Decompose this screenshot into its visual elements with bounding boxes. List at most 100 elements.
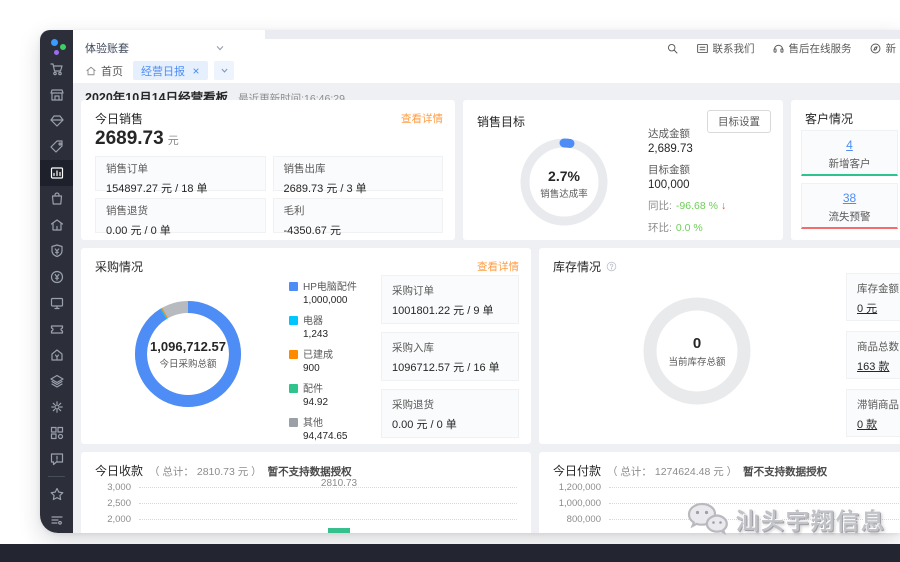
- sales-detail-link[interactable]: 查看详情: [401, 111, 443, 126]
- card-title: 今日收款: [95, 462, 143, 479]
- slow-moving-link[interactable]: 0 款: [857, 416, 900, 432]
- customer-stats: 4 新增客户 38 流失预警: [801, 130, 900, 229]
- legend-item: 电器1,243: [289, 312, 357, 340]
- headset-icon: [772, 42, 785, 55]
- receipts-bar-chart: 3,000 2,500 2,000 2810.73: [95, 487, 517, 533]
- legend-swatch: [289, 282, 298, 291]
- legend-item: HP电脑配件1,000,000: [289, 278, 357, 306]
- ticket-icon[interactable]: [40, 316, 73, 342]
- product-count-link[interactable]: 163 款: [857, 358, 900, 374]
- card-title: 今日销售: [95, 110, 143, 127]
- grid-icon[interactable]: [40, 420, 73, 446]
- stat-tile: 销售退货0.00 元 / 0 单: [95, 198, 266, 233]
- purchase-detail-link[interactable]: 查看详情: [477, 259, 519, 274]
- feedback-icon[interactable]: [40, 446, 73, 472]
- today-sales-card: 今日销售 查看详情 2689.73元 销售订单154897.27 元 / 18 …: [81, 100, 455, 240]
- card-title: 客户情况: [805, 110, 853, 127]
- gear-icon[interactable]: [40, 394, 73, 420]
- target-percent-label: 销售达成率: [518, 186, 610, 200]
- legend-swatch: [289, 316, 298, 325]
- mom-row: 环比:0.0 %: [648, 220, 726, 235]
- sales-target-card: 销售目标 目标设置 2.7% 销售达成率 达成金额 2,689.73: [463, 100, 783, 240]
- contact-us-button[interactable]: 联系我们: [696, 41, 755, 56]
- list-toggle-icon[interactable]: [40, 507, 73, 533]
- card-title: 销售目标: [477, 113, 525, 130]
- sales-stats: 销售订单154897.27 元 / 18 单 销售出库2689.73 元 / 3…: [95, 156, 443, 233]
- legend-swatch: [289, 384, 298, 393]
- target-percent: 2.7%: [518, 168, 610, 184]
- new-customers-link[interactable]: 4: [802, 138, 897, 152]
- tag-icon[interactable]: [40, 134, 73, 160]
- home-building-icon[interactable]: [40, 212, 73, 238]
- compass-icon: [869, 42, 882, 55]
- star-icon[interactable]: [40, 481, 73, 507]
- cart-icon[interactable]: [40, 56, 73, 82]
- target-donut-chart: 2.7% 销售达成率: [518, 136, 610, 228]
- new-customers-tile: 4 新增客户: [801, 130, 898, 176]
- stat-tile: 库存金额 0 元: [846, 273, 900, 321]
- yoy-row: 同比:-96.68 %↓: [648, 198, 726, 213]
- yen-circle-icon[interactable]: [40, 264, 73, 290]
- stat-tile: 滞销商品 0 款: [846, 389, 900, 437]
- search-icon: [666, 42, 679, 55]
- bottom-dark-strip: [0, 544, 900, 562]
- sidebar-divider: [48, 476, 65, 477]
- layers-icon[interactable]: [40, 368, 73, 394]
- bag-icon[interactable]: [40, 186, 73, 212]
- topbar: 体验账套 联系我们 售后在线服务 新: [73, 30, 900, 59]
- stat-tile: 采购入库1096712.57 元 / 16 单: [381, 332, 519, 381]
- purchase-total-label: 今日采购总额: [129, 356, 247, 370]
- tab-list-dropdown[interactable]: [214, 61, 234, 80]
- inventory-amount-link[interactable]: 0 元: [857, 300, 900, 316]
- stat-tile: 采购退货0.00 元 / 0 单: [381, 389, 519, 438]
- account-name: 体验账套: [85, 40, 129, 56]
- close-icon[interactable]: [192, 67, 200, 75]
- legend-swatch: [289, 350, 298, 359]
- legend-item: 其他94,474.65: [289, 414, 357, 442]
- main-area: 体验账套 联系我们 售后在线服务 新: [73, 30, 900, 533]
- tab-daily-report[interactable]: 经营日报: [133, 61, 208, 80]
- card-title: 今日付款: [553, 462, 601, 479]
- inventory-donut-chart: 0 当前库存总额: [637, 291, 757, 411]
- guide-button[interactable]: 新: [869, 41, 897, 56]
- card-title: 库存情况: [553, 258, 617, 275]
- stat-tile: 采购订单1001801.22 元 / 9 单: [381, 275, 519, 324]
- target-stats: 达成金额 2,689.73 目标金额 100,000 同比:-96.68 %↓ …: [648, 126, 726, 235]
- home-icon: [85, 65, 97, 77]
- account-switcher[interactable]: 体验账套: [85, 39, 225, 57]
- chevron-down-icon: [220, 66, 229, 75]
- receipts-bar: [328, 528, 350, 533]
- receipts-total: （ 总计： 2810.73 元 ）: [149, 464, 262, 479]
- payments-note: 暂不支持数据授权: [743, 464, 827, 479]
- watermark: 汕头宇翔信息: [686, 501, 886, 537]
- churn-warning-link[interactable]: 38: [802, 191, 897, 205]
- chart-icon[interactable]: [40, 160, 73, 186]
- bar-value-label: 2810.73: [307, 478, 371, 489]
- purchase-stats: 采购订单1001801.22 元 / 9 单 采购入库1096712.57 元 …: [381, 275, 519, 446]
- inventory-card: 库存情况 0 当前库存总额 库存金额 0 元: [539, 248, 900, 444]
- online-service-button[interactable]: 售后在线服务: [772, 41, 852, 56]
- search-button[interactable]: [666, 42, 679, 55]
- shield-yen-icon[interactable]: [40, 238, 73, 264]
- app-logo[interactable]: [47, 37, 67, 54]
- legend-item: 配件94.92: [289, 380, 357, 408]
- gem-icon[interactable]: [40, 108, 73, 134]
- help-icon[interactable]: [606, 261, 617, 272]
- legend-swatch: [289, 418, 298, 427]
- topbar-actions: 联系我们 售后在线服务 新: [666, 39, 897, 58]
- today-receipts-card: 今日收款 （ 总计： 2810.73 元 ） 暂不支持数据授权 3,000 2,…: [81, 452, 531, 533]
- store-icon[interactable]: [40, 82, 73, 108]
- stat-tile: 毛利-4350.67 元: [273, 198, 444, 233]
- tabbar: 首页 经营日报: [73, 58, 900, 84]
- churn-warning-tile: 38 流失预警: [801, 183, 898, 229]
- inventory-total: 0: [637, 335, 757, 352]
- payments-total: （ 总计： 1274624.48 元 ）: [607, 464, 737, 479]
- wechat-icon: [686, 501, 728, 537]
- monitor-icon[interactable]: [40, 290, 73, 316]
- tab-home[interactable]: 首页: [85, 58, 123, 83]
- arrow-down-icon: ↓: [721, 200, 726, 212]
- chevron-down-icon: [215, 43, 225, 53]
- stat-tile: 商品总数 163 款: [846, 331, 900, 379]
- receipts-note: 暂不支持数据授权: [268, 464, 352, 479]
- house-yen-icon[interactable]: [40, 342, 73, 368]
